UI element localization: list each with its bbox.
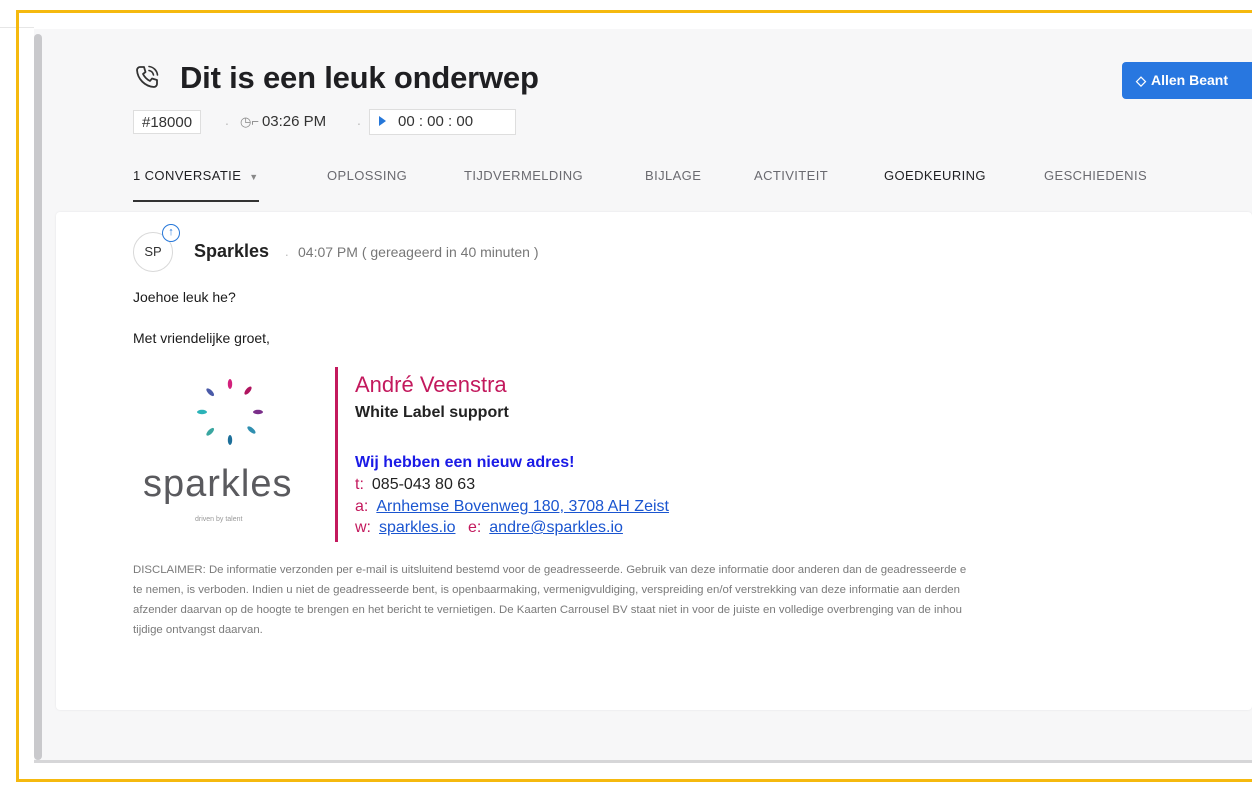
highlight-frame [16,10,1252,782]
